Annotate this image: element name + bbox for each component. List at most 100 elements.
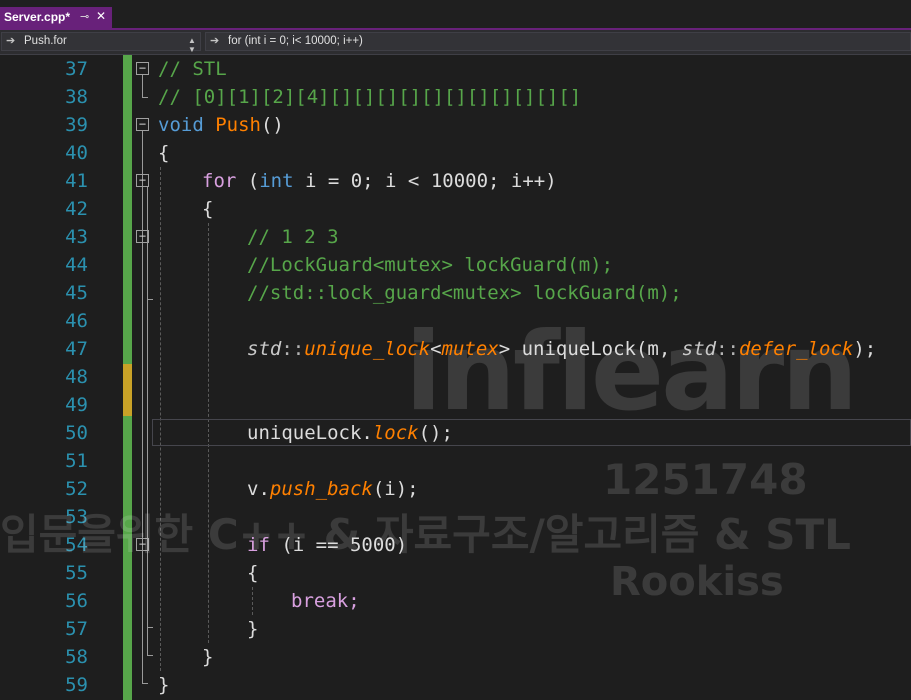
code-line-38: // [0][1][2][4][][][][][][][][][][][] (158, 83, 581, 111)
code-line-42: { (202, 195, 213, 223)
method-name: push_back (269, 478, 373, 500)
scope-label: Push.for (24, 35, 67, 47)
outline-line (147, 243, 148, 299)
unsaved-change-marker (123, 364, 132, 416)
outline-line (147, 627, 153, 628)
outline-line (147, 299, 153, 300)
code-line-52: v.push_back(i); (247, 475, 419, 503)
code-line-57: } (247, 615, 258, 643)
keyword: break; (291, 590, 360, 612)
punctuation: (i); (372, 478, 419, 500)
scope-dropdown[interactable]: ➔ Push.for ▲ ▼ (1, 32, 201, 54)
brace: } (158, 674, 170, 696)
line-number: 45 (65, 282, 88, 304)
brace: { (158, 142, 170, 164)
punctuation: ( (236, 170, 260, 192)
arrow-right-icon: ➔ (6, 35, 16, 47)
brace: { (202, 198, 214, 220)
line-number: 51 (65, 450, 88, 472)
line-number: 57 (65, 618, 88, 640)
comment: //LockGuard<mutex> lockGuard(m); (247, 254, 614, 276)
line-number: 55 (65, 562, 88, 584)
line-number: 37 (65, 58, 88, 80)
identifier: v. (247, 478, 270, 500)
code-line-56: break; (291, 587, 360, 615)
line-number: 48 (65, 366, 88, 388)
line-number: 44 (65, 254, 88, 276)
namespace: std (681, 338, 717, 360)
member-dropdown[interactable]: ➔ for (int i = 0; i< 10000; i++) (205, 32, 911, 51)
close-icon[interactable]: ✕ (96, 9, 106, 23)
line-number: 59 (65, 674, 88, 696)
indent-guide (252, 587, 253, 615)
outline-line (142, 683, 148, 684)
punctuation: (); (418, 422, 453, 444)
comment: // [0][1][2][4][][][][][][][][][][][] (158, 86, 582, 108)
comment: // 1 2 3 (247, 226, 339, 248)
comment: //std::lock_guard<mutex> lockGuard(m); (247, 282, 682, 304)
outline-line (142, 131, 143, 683)
code-line-41: for (int i = 0; i < 10000; i++) (202, 167, 557, 195)
outline-line (147, 551, 148, 627)
line-number: 49 (65, 394, 88, 416)
arrow-right-icon: ➔ (210, 35, 220, 47)
keyword: int (259, 170, 294, 192)
keyword: void (158, 114, 204, 136)
watermark-author: Rookiss (610, 559, 784, 605)
line-number: 56 (65, 590, 88, 612)
line-number: 58 (65, 646, 88, 668)
operator: < (430, 338, 442, 360)
code-line-40: { (158, 139, 169, 167)
outline-line (147, 655, 153, 656)
collapse-icon[interactable]: − (136, 174, 149, 187)
identifier: uniqueLock. (247, 422, 373, 444)
code-line-50: uniqueLock.lock(); (247, 419, 453, 447)
code-line-37: // STL (158, 55, 227, 83)
tab-server-cpp[interactable]: Server.cpp* ⊸ ✕ (0, 7, 112, 28)
line-number: 46 (65, 310, 88, 332)
spinner-icon[interactable]: ▲ ▼ (188, 36, 196, 54)
member-label: for (int i = 0; i< 10000; i++) (228, 35, 363, 47)
pin-icon[interactable]: ⊸ (80, 10, 89, 23)
punctuation: ); (853, 338, 877, 360)
document-tab-bar: Server.cpp* ⊸ ✕ (0, 0, 911, 30)
line-number: 52 (65, 478, 88, 500)
navigation-bar: ➔ Push.for ▲ ▼ ➔ for (int i = 0; i< 10000… (0, 30, 911, 55)
type-name: mutex (441, 338, 499, 360)
code-text: > uniqueLock(m, (498, 338, 682, 360)
outline-line (142, 75, 143, 97)
code-line-54: if (i == 5000) (247, 531, 407, 559)
line-number: 43 (65, 226, 88, 248)
code-line-44: //LockGuard<mutex> lockGuard(m); (247, 251, 613, 279)
brace: } (247, 618, 259, 640)
outline-line (142, 97, 148, 98)
code-line-47: std::unique_lock<mutex> uniqueLock(m, st… (247, 335, 876, 363)
code-text: (i == 5000) (269, 534, 408, 556)
comment: // STL (158, 58, 227, 80)
code-line-55: { (247, 559, 258, 587)
code-line-39: void Push() (158, 111, 284, 139)
namespace: std (247, 338, 282, 360)
operator: :: (281, 338, 305, 360)
line-number: 50 (65, 422, 88, 444)
code-text: i = 0; i < 10000; i++) (293, 170, 557, 192)
line-number: 39 (65, 114, 88, 136)
collapse-icon[interactable]: − (136, 118, 149, 131)
code-line-59: } (158, 671, 169, 699)
inflearn-logo-watermark: inflearn (405, 310, 858, 435)
line-number: 40 (65, 142, 88, 164)
watermark-id: 1251748 (603, 455, 808, 504)
operator: :: (716, 338, 739, 360)
line-number: 42 (65, 198, 88, 220)
code-line-43: // 1 2 3 (247, 223, 339, 251)
brace: } (202, 646, 214, 668)
function-name: Push (215, 114, 261, 136)
collapse-icon[interactable]: − (136, 62, 149, 75)
method-name: lock (372, 422, 419, 444)
watermark-course: 입문을위한 C++ & 자료구조/알고리즘 & STL (0, 510, 851, 559)
line-number: 41 (65, 170, 88, 192)
keyword: for (202, 170, 237, 192)
code-editor[interactable]: 37 38 39 40 41 42 43 44 45 46 47 48 49 5… (0, 55, 911, 700)
tab-title: Server.cpp* (4, 10, 71, 24)
collapse-icon[interactable]: − (136, 230, 149, 243)
